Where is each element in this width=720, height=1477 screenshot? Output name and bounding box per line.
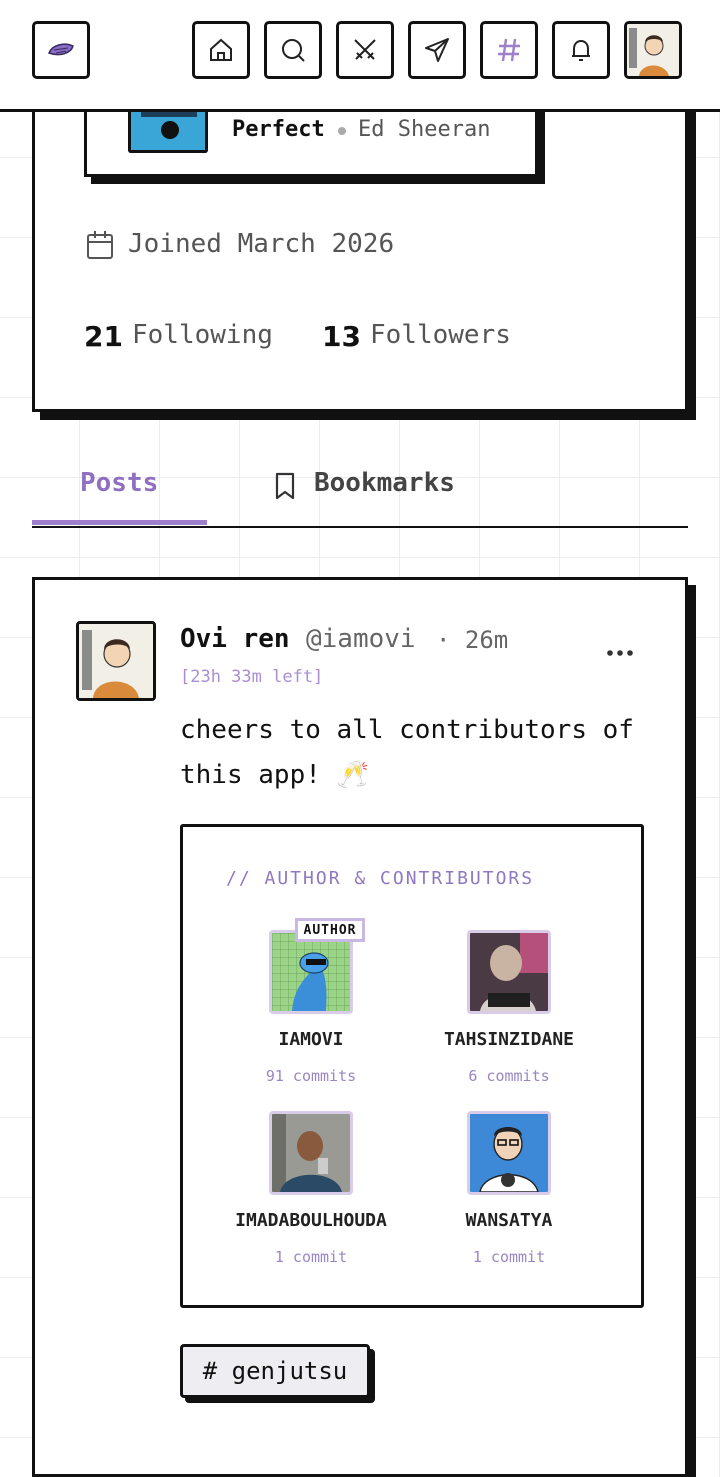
avatar (272, 933, 350, 1011)
nav-messages-button[interactable] (408, 21, 466, 79)
contributor-name[interactable]: TAHSINZIDANE (409, 1029, 609, 1050)
bell-icon (572, 39, 590, 61)
post-author-name[interactable]: Ovi ren (180, 624, 290, 654)
post-author-handle[interactable]: @iamovi (306, 624, 416, 654)
separator-dot (338, 127, 346, 135)
nav-notifications-button[interactable] (552, 21, 610, 79)
followers-count[interactable]: 13 (322, 320, 361, 353)
contributors-embed (180, 824, 644, 1308)
tab-bookmarks[interactable]: Bookmarks (314, 468, 455, 498)
author-badge: AUTHOR (295, 918, 365, 942)
followers-label[interactable]: Followers (370, 320, 511, 350)
nav-hashtag-button[interactable] (480, 21, 538, 79)
contributor-avatar[interactable] (269, 1111, 353, 1195)
avatar (79, 624, 153, 698)
avatar (470, 1114, 548, 1192)
app-logo-icon (48, 43, 74, 56)
contributor-commits: 91 commits (265, 1067, 357, 1085)
joined-date: Joined March 2026 (128, 229, 395, 259)
post-author-avatar[interactable] (76, 621, 156, 701)
post-expiry: [23h 33m left] (180, 667, 324, 687)
contributor-commits: 1 commit (274, 1248, 348, 1266)
nav-battle-button[interactable] (336, 21, 394, 79)
send-icon (425, 38, 449, 62)
app-logo-button[interactable] (32, 21, 90, 79)
post-timestamp: · 26m (436, 626, 509, 654)
hashtag-chip[interactable]: # genjutsu (180, 1344, 370, 1398)
nav-profile-avatar[interactable] (624, 21, 682, 79)
contributor-avatar[interactable] (467, 930, 551, 1014)
top-navigation-bar (0, 0, 720, 112)
contributors-heading: // AUTHOR & CONTRIBUTORS (226, 868, 535, 889)
now-playing-title: Perfect (232, 117, 325, 142)
bookmark-icon (275, 472, 295, 500)
active-tab-indicator (32, 520, 207, 525)
avatar (272, 1114, 350, 1192)
now-playing-artist: Ed Sheeran (358, 117, 491, 142)
following-count[interactable]: 21 (84, 320, 123, 353)
nav-home-button[interactable] (192, 21, 250, 79)
crossed-swords-icon (354, 39, 376, 60)
contributor-commits: 6 commits (468, 1067, 550, 1085)
contributor-avatar[interactable] (467, 1111, 551, 1195)
home-icon (210, 38, 232, 61)
contributor-name[interactable]: IAMOVI (211, 1029, 411, 1050)
tab-posts[interactable]: Posts (80, 468, 158, 498)
contributor-commits: 1 commit (472, 1248, 546, 1266)
hashtag-icon (498, 38, 520, 62)
nav-search-button[interactable] (264, 21, 322, 79)
post-body: cheers to all contributors of this app! … (180, 715, 634, 790)
contributor-name[interactable]: WANSATYA (409, 1210, 609, 1231)
contributor-avatar[interactable] (269, 930, 353, 1014)
avatar (627, 24, 679, 76)
tabs-divider (32, 526, 688, 528)
following-label[interactable]: Following (132, 320, 273, 350)
calendar-icon (87, 231, 113, 259)
more-options-icon[interactable] (604, 644, 636, 662)
avatar (470, 933, 548, 1011)
contributor-name[interactable]: IMADABOULHOUDA (211, 1210, 411, 1231)
search-icon (282, 39, 305, 62)
album-art (128, 109, 208, 153)
